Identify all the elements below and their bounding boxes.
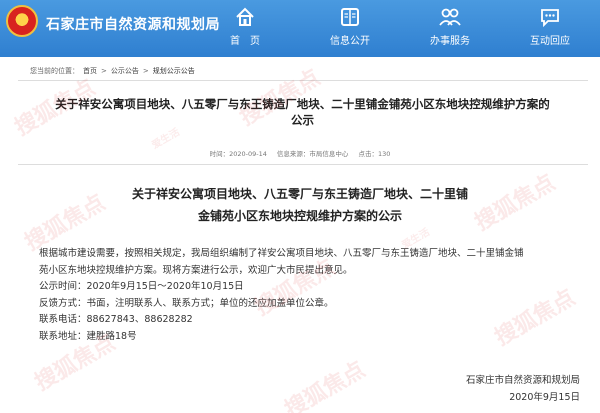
article-views: 点击：130 bbox=[358, 150, 391, 158]
nav-info-label: 信息公开 bbox=[330, 36, 370, 47]
body-paragraph-line: 根据城市建设需要，按照相关规定，我局组织编制了祥安公寓项目地块、八五零厂与东王铸… bbox=[39, 248, 524, 259]
nav-interact-label: 互动回应 bbox=[530, 36, 570, 47]
document-heading-line: 关于祥安公寓项目地块、八五零厂与东王铸造厂地块、二十里铺 bbox=[131, 187, 468, 201]
article-title-line: 关于祥安公寓项目地块、八五零厂与东王铸造厂地块、二十里铺金铺苑小区东地块控规维护… bbox=[55, 97, 550, 111]
signature-org: 石家庄市自然资源和规划局 bbox=[465, 375, 580, 386]
article-title-line: 公示 bbox=[291, 113, 314, 127]
contact-phone: 联系电话：88627843、88628282 bbox=[39, 314, 193, 325]
site-header: 石家庄市自然资源和规划局 首 页 信息公开 办事服务 互动回应 bbox=[0, 0, 600, 57]
nav-service[interactable]: 办事服务 bbox=[405, 6, 495, 50]
breadcrumb-separator: > bbox=[142, 67, 149, 75]
article-body: 根据城市建设需要，按照相关规定，我局组织编制了祥安公寓项目地块、八五零厂与东王铸… bbox=[39, 246, 589, 345]
nav-service-label: 办事服务 bbox=[430, 36, 470, 47]
body-paragraph-line: 苑小区东地块控规维护方案。现将方案进行公示，欢迎广大市民提出意见。 bbox=[39, 264, 353, 276]
divider bbox=[18, 80, 588, 81]
divider bbox=[18, 164, 588, 165]
chat-icon bbox=[541, 9, 559, 28]
notice-period: 公示时间：2020年9月15日～2020年10月15日 bbox=[39, 281, 244, 292]
breadcrumb: 您当前的位置： 首页 > 公示公告 > 规划公示公告 bbox=[30, 66, 199, 76]
signature: 石家庄市自然资源和规划局 2020年9月15日 bbox=[466, 372, 580, 406]
emblem-icon bbox=[6, 5, 38, 37]
nav-interact[interactable]: 互动回应 bbox=[505, 6, 595, 50]
site-title[interactable]: 石家庄市自然资源和规划局 bbox=[46, 14, 220, 34]
nav-home[interactable]: 首 页 bbox=[200, 6, 290, 50]
breadcrumb-home[interactable]: 首页 bbox=[83, 67, 97, 75]
article-meta: 时间：2020-09-14 信息来源：市局信息中心 点击：130 bbox=[0, 148, 600, 158]
feedback-method: 反馈方式：书面，注明联系人、联系方式；单位的还应加盖单位公章。 bbox=[39, 297, 334, 309]
article-date: 时间：2020-09-14 bbox=[209, 150, 267, 158]
breadcrumb-section[interactable]: 公示公告 bbox=[111, 67, 139, 75]
nav-info-public[interactable]: 信息公开 bbox=[305, 6, 395, 50]
home-icon bbox=[236, 7, 254, 26]
breadcrumb-separator: > bbox=[101, 67, 107, 75]
breadcrumb-current[interactable]: 规划公示公告 bbox=[153, 67, 195, 75]
breadcrumb-prefix: 您当前的位置： bbox=[30, 67, 79, 75]
book-icon bbox=[341, 8, 359, 26]
watermark-logo: 搜狐焦点 bbox=[280, 357, 370, 413]
article-title: 关于祥安公寓项目地块、八五零厂与东王铸造厂地块、二十里铺金铺苑小区东地块控规维护… bbox=[20, 96, 585, 128]
people-icon bbox=[439, 8, 461, 26]
document-heading-line: 金铺苑小区东地块控规维护方案的公示 bbox=[197, 209, 402, 223]
article-source: 信息来源：市局信息中心 bbox=[276, 150, 349, 158]
nav-home-label: 首 页 bbox=[230, 36, 260, 47]
contact-address: 联系地址：建胜路18号 bbox=[39, 330, 137, 342]
document-heading: 关于祥安公寓项目地块、八五零厂与东王铸造厂地块、二十里铺 金铺苑小区东地块控规维… bbox=[60, 183, 540, 227]
signature-date: 2020年9月15日 bbox=[509, 392, 580, 403]
